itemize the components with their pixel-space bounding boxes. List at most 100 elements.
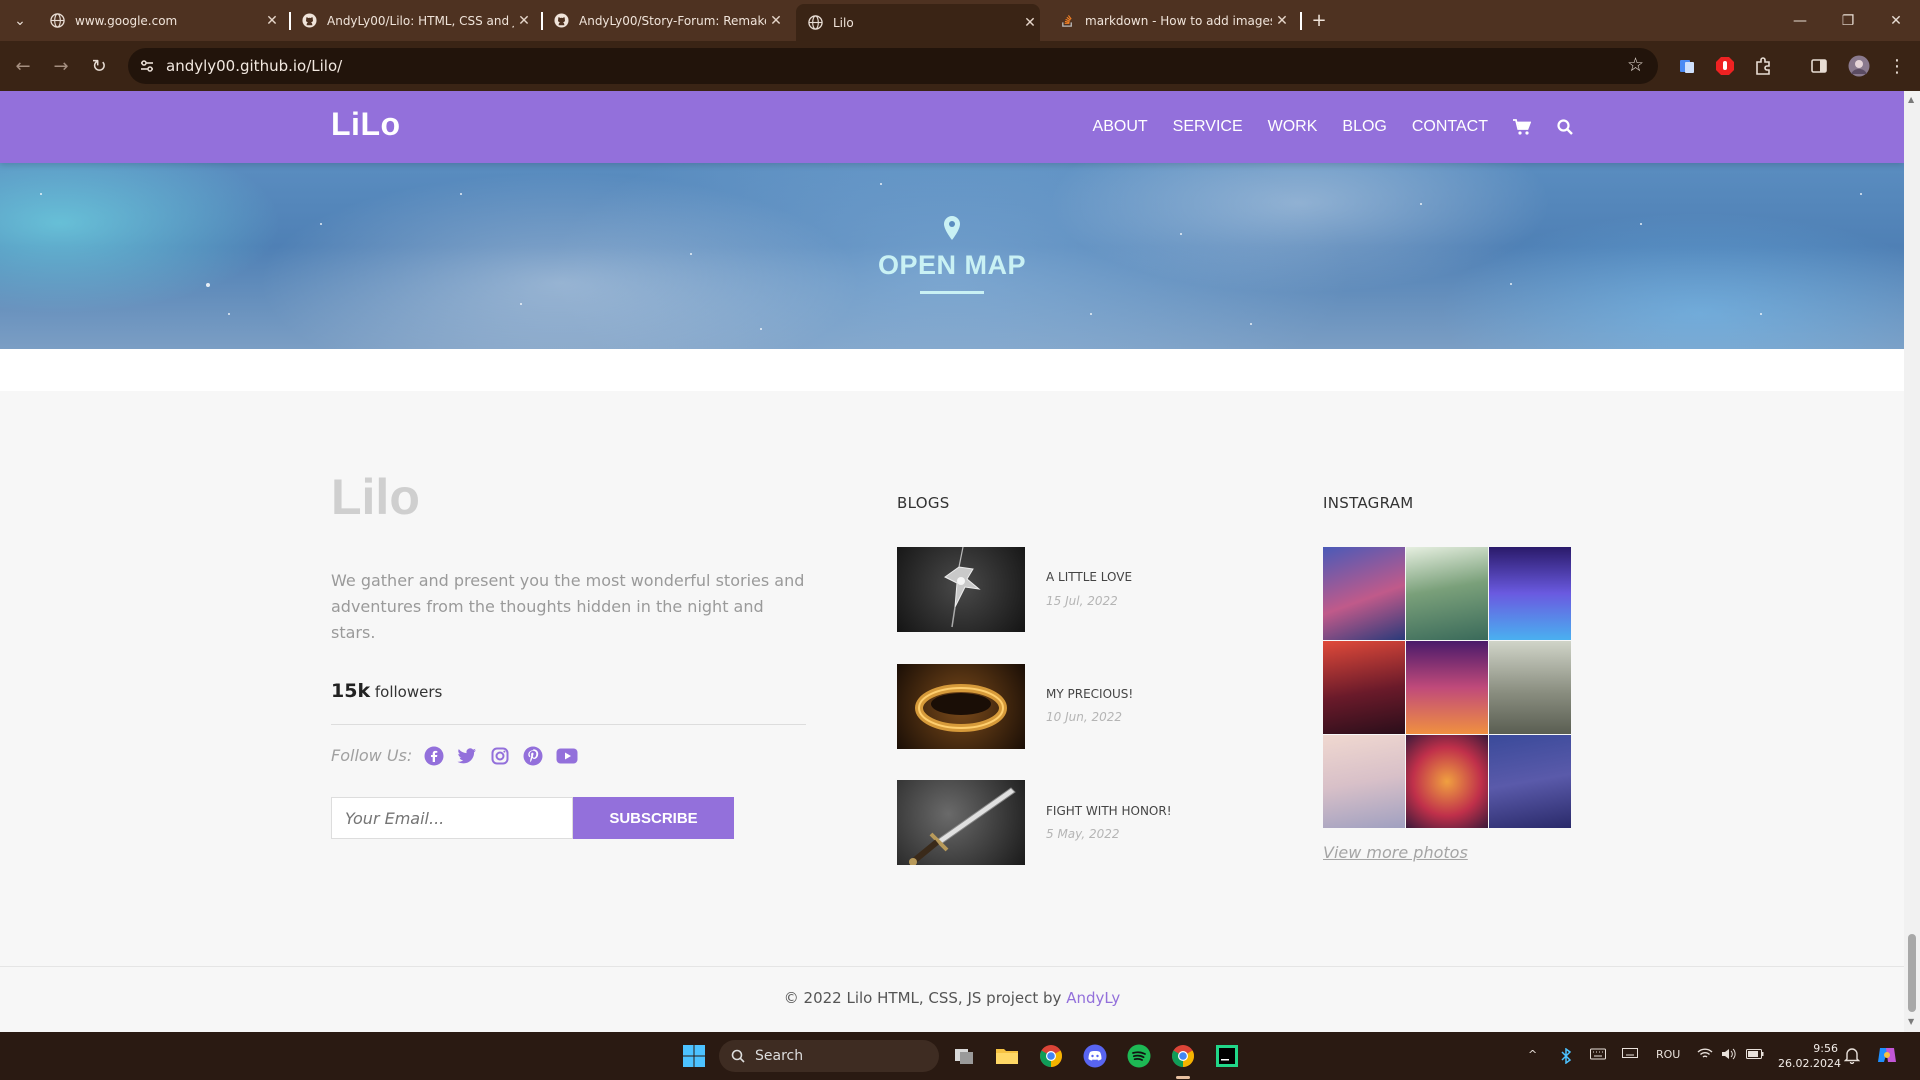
spotify-icon[interactable]	[1125, 1042, 1153, 1070]
blog-date: 15 Jul, 2022	[1046, 594, 1118, 608]
profile-avatar[interactable]	[1848, 55, 1870, 77]
view-more-photos-link[interactable]: View more photos	[1323, 843, 1468, 862]
nav-contact[interactable]: CONTACT	[1412, 118, 1488, 136]
bookmark-star-icon[interactable]: ☆	[1627, 54, 1644, 76]
extension-adblock-icon[interactable]	[1714, 55, 1736, 77]
bluetooth-icon[interactable]	[1560, 1047, 1572, 1067]
nav-blog[interactable]: BLOG	[1342, 118, 1386, 136]
scroll-down-icon[interactable]: ▼	[1908, 1017, 1914, 1026]
cart-icon[interactable]	[1513, 118, 1531, 136]
display-icon[interactable]	[1622, 1048, 1638, 1063]
close-tab-icon[interactable]: ✕	[262, 13, 282, 29]
search-icon[interactable]	[1556, 118, 1574, 136]
author-link[interactable]: AndyLy	[1066, 989, 1120, 1007]
reload-icon[interactable]: ↻	[84, 51, 114, 81]
blog-thumbnail-evenstar[interactable]	[897, 547, 1025, 632]
blogs-heading: BLOGS	[897, 494, 950, 512]
extensions-puzzle-icon[interactable]	[1752, 55, 1774, 77]
tab-divider	[541, 12, 543, 30]
blog-title[interactable]: FIGHT WITH HONOR!	[1046, 804, 1172, 818]
instagram-photo[interactable]	[1323, 735, 1405, 828]
instagram-photo[interactable]	[1323, 641, 1405, 734]
chrome-icon[interactable]	[1037, 1042, 1065, 1070]
tab-github-story-forum[interactable]: AndyLy00/Story-Forum: Remake to ✕	[554, 0, 786, 41]
address-bar[interactable]: andyly00.github.io/Lilo/ ☆	[128, 48, 1658, 84]
blog-title[interactable]: A LITTLE LOVE	[1046, 570, 1132, 584]
map-pin-icon	[944, 216, 960, 240]
forward-icon[interactable]: →	[46, 51, 76, 81]
webstorm-icon[interactable]	[1213, 1042, 1241, 1070]
taskbar-search[interactable]: Search	[719, 1040, 939, 1072]
tab-github-lilo[interactable]: AndyLy00/Lilo: HTML, CSS and JS p ✕	[302, 0, 534, 41]
chrome-menu-icon[interactable]: ⋮	[1886, 55, 1908, 77]
site-logo[interactable]: LiLo	[331, 106, 401, 143]
followers-number: 15k	[331, 680, 371, 702]
blog-title[interactable]: MY PRECIOUS!	[1046, 687, 1133, 701]
browser-toolbar: ← → ↻ andyly00.github.io/Lilo/ ☆ ⋮	[0, 41, 1920, 91]
volume-icon[interactable]	[1721, 1048, 1737, 1063]
discord-icon[interactable]	[1081, 1042, 1109, 1070]
instagram-photo[interactable]	[1406, 735, 1488, 828]
email-input[interactable]	[331, 797, 573, 839]
tab-search-chevron-icon[interactable]: ⌄	[0, 0, 40, 41]
close-tab-icon[interactable]: ✕	[514, 13, 534, 29]
wifi-icon[interactable]	[1697, 1048, 1713, 1063]
scrollbar-thumb[interactable]	[1908, 934, 1916, 1012]
open-map-banner[interactable]: OPEN MAP	[0, 163, 1904, 349]
notifications-bell-icon[interactable]	[1843, 1046, 1861, 1067]
instagram-icon[interactable]	[489, 745, 511, 767]
blog-thumbnail-sword[interactable]	[897, 780, 1025, 865]
instagram-photo[interactable]	[1323, 547, 1405, 640]
instagram-photo[interactable]	[1489, 735, 1571, 828]
back-icon[interactable]: ←	[8, 51, 38, 81]
tab-stackoverflow[interactable]: markdown - How to add images to ✕	[1060, 0, 1292, 41]
windows-start-icon[interactable]	[680, 1042, 708, 1070]
task-view-icon[interactable]	[950, 1042, 978, 1070]
pinterest-icon[interactable]	[522, 745, 544, 767]
main-nav: ABOUT SERVICE WORK BLOG CONTACT	[1068, 91, 1574, 163]
system-clock[interactable]: 9:56 26.02.2024	[1778, 1041, 1841, 1071]
globe-icon	[50, 13, 65, 28]
restore-icon[interactable]: ❐	[1824, 0, 1872, 41]
close-tab-icon[interactable]: ✕	[1020, 15, 1040, 31]
page-scrollbar[interactable]: ▲ ▼	[1904, 91, 1920, 1032]
extension-translate-icon[interactable]	[1676, 55, 1698, 77]
site-header: LiLo ABOUT SERVICE WORK BLOG CONTACT	[0, 91, 1904, 163]
instagram-photo[interactable]	[1489, 641, 1571, 734]
keyboard-icon[interactable]	[1590, 1048, 1606, 1063]
copilot-icon[interactable]	[1876, 1044, 1898, 1069]
youtube-icon[interactable]	[556, 745, 578, 767]
instagram-photo[interactable]	[1489, 547, 1571, 640]
facebook-icon[interactable]	[423, 745, 445, 767]
instagram-photo[interactable]	[1406, 547, 1488, 640]
close-tab-icon[interactable]: ✕	[1272, 13, 1292, 29]
file-explorer-icon[interactable]	[993, 1042, 1021, 1070]
nav-work[interactable]: WORK	[1268, 118, 1318, 136]
tab-title: Lilo	[833, 15, 854, 30]
tab-title: markdown - How to add images to	[1085, 13, 1272, 28]
footer-logo: Lilo	[331, 469, 420, 525]
instagram-photo[interactable]	[1406, 641, 1488, 734]
blog-thumbnail-ring[interactable]	[897, 664, 1025, 749]
globe-icon	[808, 15, 823, 30]
new-tab-button[interactable]: +	[1308, 0, 1330, 41]
nav-service[interactable]: SERVICE	[1173, 118, 1243, 136]
active-app-indicator	[1176, 1076, 1190, 1079]
chrome-active-icon[interactable]	[1169, 1042, 1197, 1070]
side-panel-icon[interactable]	[1808, 55, 1830, 77]
tab-title: www.google.com	[75, 13, 178, 28]
site-info-icon[interactable]	[138, 57, 156, 75]
followers-label: followers	[374, 683, 443, 701]
close-tab-icon[interactable]: ✕	[766, 13, 786, 29]
close-window-icon[interactable]: ✕	[1872, 0, 1920, 41]
scroll-up-icon[interactable]: ▲	[1908, 95, 1914, 104]
tab-lilo[interactable]: Lilo ✕	[796, 4, 1040, 41]
twitter-icon[interactable]	[456, 745, 478, 767]
tray-chevron-up-icon[interactable]: ^	[1528, 1048, 1537, 1061]
tab-google[interactable]: www.google.com ✕	[50, 0, 282, 41]
battery-icon[interactable]	[1746, 1048, 1764, 1063]
subscribe-button[interactable]: SUBSCRIBE	[573, 797, 734, 839]
nav-about[interactable]: ABOUT	[1093, 118, 1148, 136]
minimize-icon[interactable]: —	[1776, 0, 1824, 41]
input-language[interactable]: ROU	[1656, 1048, 1680, 1061]
